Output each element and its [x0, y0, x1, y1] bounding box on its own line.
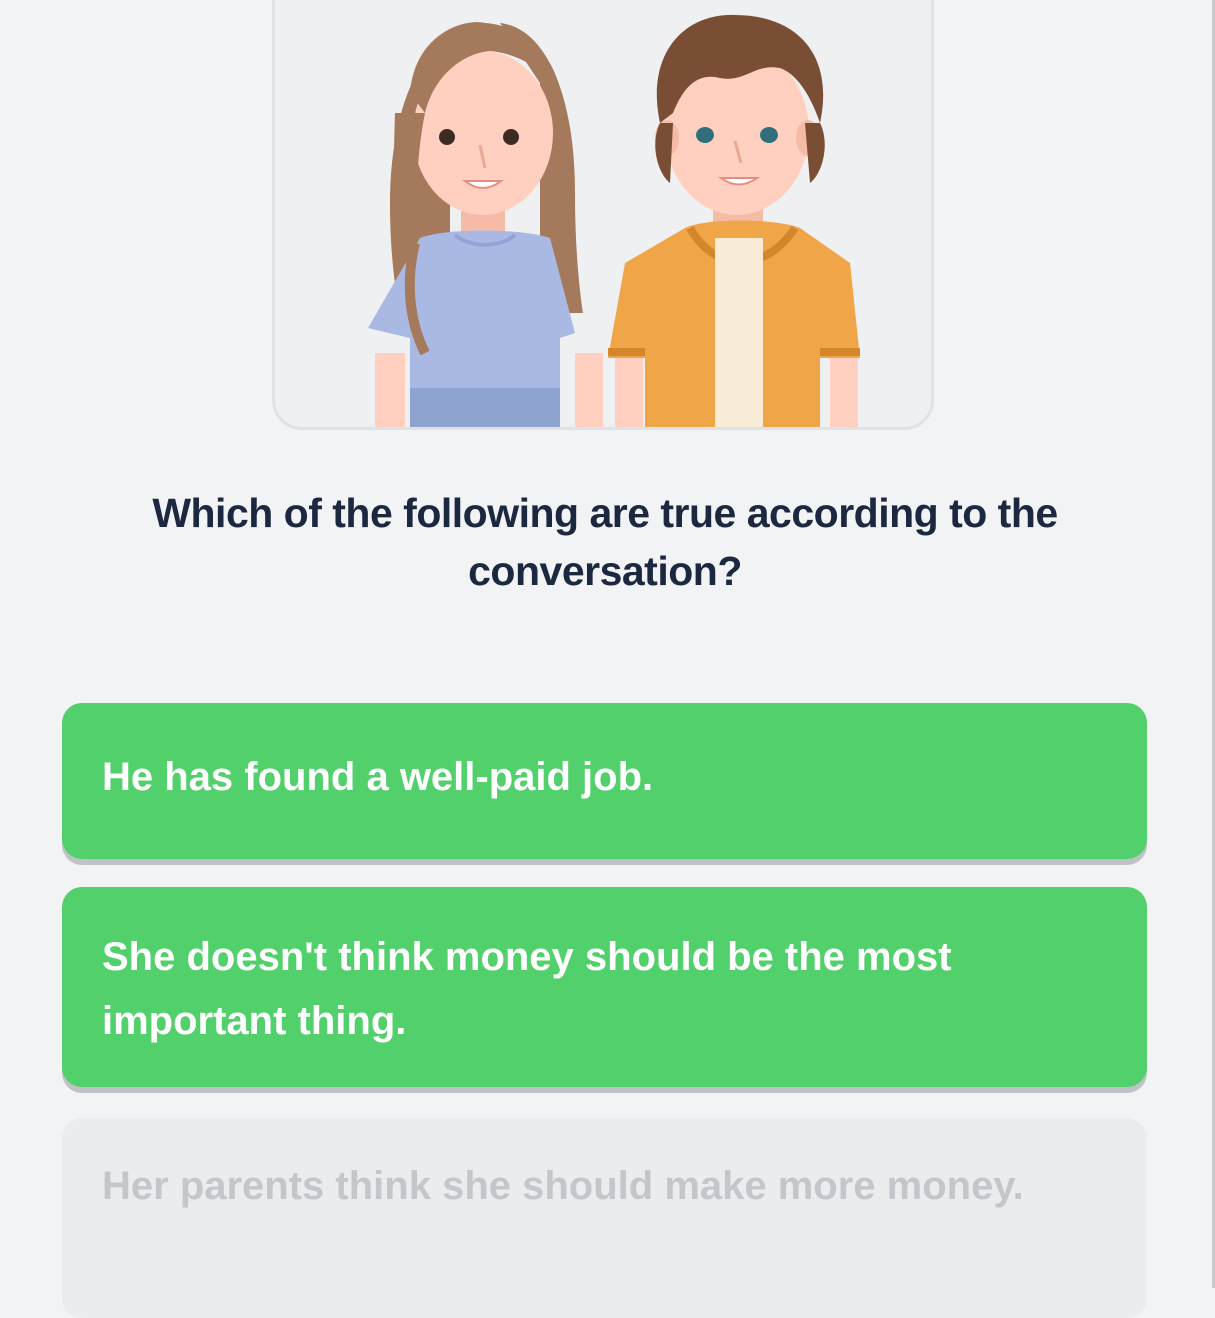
answer-option-label: Her parents think she should make more m…: [102, 1164, 1024, 1208]
answer-option-label: She doesn't think money should be the mo…: [102, 935, 952, 1043]
woman-character: [368, 22, 603, 427]
answer-option-3[interactable]: Her parents think she should make more m…: [62, 1118, 1147, 1318]
question-text: Which of the following are true accordin…: [152, 490, 1058, 594]
answer-option-label: He has found a well-paid job.: [102, 755, 654, 799]
answer-option-1[interactable]: He has found a well-paid job.: [62, 703, 1147, 859]
illustration-card: [272, 0, 934, 430]
answer-option-2[interactable]: She doesn't think money should be the mo…: [62, 887, 1147, 1087]
characters-illustration: [368, 14, 860, 427]
man-character: [608, 14, 860, 427]
